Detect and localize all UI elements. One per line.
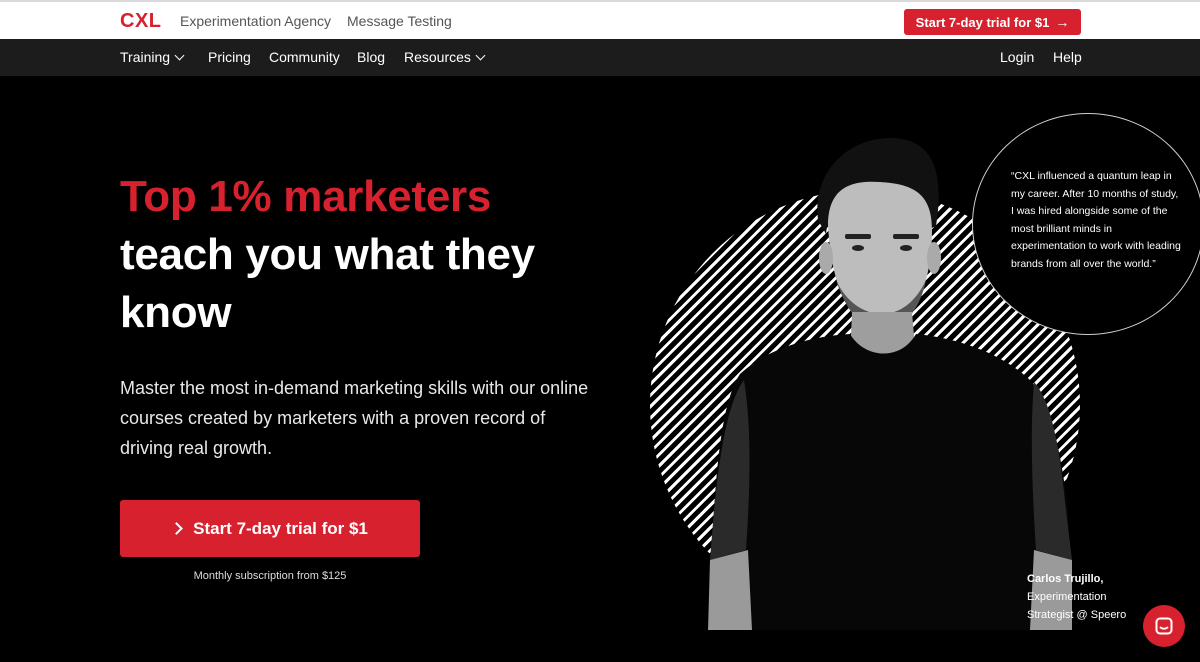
chat-launcher-button[interactable]	[1143, 605, 1185, 647]
hero-lead-text: Master the most in-demand marketing skil…	[120, 378, 589, 458]
nav-item-training[interactable]: Training	[120, 49, 185, 65]
chat-icon	[1155, 617, 1173, 635]
nav-item-community[interactable]: Community	[269, 49, 340, 65]
main-nav: Training Pricing Community Blog Resource…	[0, 39, 1200, 76]
hero-trial-button-label: Start 7-day trial for $1	[193, 518, 368, 538]
chevron-right-icon	[170, 522, 183, 535]
chevron-down-icon	[475, 50, 486, 60]
testimonial-role: Experimentation Strategist @ Speero	[1027, 591, 1127, 621]
nav-login[interactable]: Login	[1000, 49, 1034, 65]
nav-item-label: Training	[120, 49, 171, 65]
cxl-logo[interactable]: CXL	[120, 10, 162, 33]
arrow-right-icon: →	[1055, 14, 1070, 30]
nav-item-label: Resources	[404, 49, 471, 65]
top-link-message-testing[interactable]: Message Testing	[347, 13, 452, 29]
testimonial-quote: “CXL influenced a quantum leap in my car…	[1011, 170, 1181, 270]
top-link-experimentation-agency[interactable]: Experimentation Agency	[180, 13, 331, 29]
subscription-note: Monthly subscription from $125	[193, 570, 347, 582]
nav-item-blog[interactable]: Blog	[357, 49, 385, 65]
headline-white-line-2: know	[120, 288, 232, 337]
nav-item-pricing[interactable]: Pricing	[208, 49, 251, 65]
top-trial-button[interactable]: Start 7-day trial for $1 →	[904, 9, 1081, 35]
nav-help[interactable]: Help	[1053, 49, 1082, 65]
headline-red-line: Top 1% marketers	[120, 172, 491, 221]
top-bar: CXL Experimentation Agency Message Testi…	[0, 0, 1200, 39]
nav-item-resources[interactable]: Resources	[404, 49, 486, 65]
top-trial-button-label: Start 7-day trial for $1	[915, 14, 1050, 30]
hero-trial-button[interactable]: Start 7-day trial for $1	[120, 500, 420, 557]
headline-white-line-1: teach you what they	[120, 230, 535, 279]
hero-headline: Top 1% marketers teach you what they kno…	[120, 168, 660, 342]
testimonial-caption: Carlos Trujillo, Experimentation Strateg…	[1027, 570, 1137, 624]
testimonial-name: Carlos Trujillo,	[1027, 573, 1104, 585]
chevron-down-icon	[174, 50, 185, 60]
